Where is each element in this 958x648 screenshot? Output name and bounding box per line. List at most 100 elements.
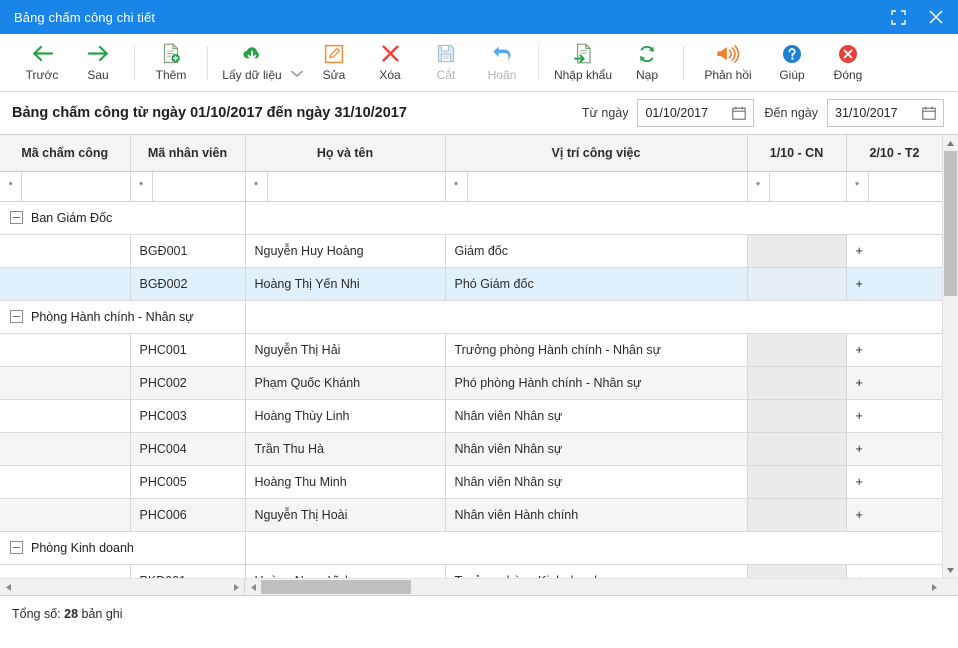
cell-day-1[interactable] xyxy=(747,234,847,268)
toolbar-button-undo[interactable]: Hoãn xyxy=(474,37,530,89)
left-pane-horizontal-scrollbar[interactable] xyxy=(0,579,245,595)
toolbar-button-edit[interactable]: Sửa xyxy=(306,37,362,89)
right-horizontal-track[interactable] xyxy=(261,579,926,595)
collapse-expander-icon[interactable] xyxy=(10,211,23,224)
cell-vi-tri[interactable]: Trưởng phòng Kinh doanh xyxy=(445,564,748,578)
right-pane-horizontal-scrollbar[interactable] xyxy=(245,579,942,595)
cell-vi-tri[interactable]: Nhân viên Nhân sự xyxy=(445,399,748,433)
group-cell[interactable]: Phòng Kinh doanh xyxy=(0,531,246,565)
cell-ma-cham-cong[interactable] xyxy=(0,564,131,578)
cell-ho-va-ten[interactable]: Phạm Quốc Khánh xyxy=(245,366,446,400)
toolbar-button-close[interactable]: Đóng xyxy=(820,37,876,89)
scroll-left-icon[interactable] xyxy=(245,579,261,595)
chevron-down-icon[interactable] xyxy=(288,48,306,78)
cell-ho-va-ten[interactable]: Nguyễn Thị Hoài xyxy=(245,498,446,532)
cell-ma-nhan-vien[interactable]: PHC003 xyxy=(130,399,246,433)
column-header-day-1[interactable]: 1/10 - CN xyxy=(747,135,847,172)
scroll-up-icon[interactable] xyxy=(943,135,958,151)
table-row[interactable]: PKD001 Hoàng Ngọc Lĩnh Trưởng phòng Kinh… xyxy=(0,564,942,578)
toolbar-button-feedback[interactable]: Phản hồi xyxy=(692,37,764,89)
table-row[interactable]: PHC001 Nguyễn Thị Hải Trưởng phòng Hành … xyxy=(0,333,942,367)
toolbar-button-next[interactable]: Sau xyxy=(70,37,126,89)
horizontal-scroll-thumb[interactable] xyxy=(261,580,411,594)
toolbar-button-delete[interactable]: Xóa xyxy=(362,37,418,89)
cell-vi-tri[interactable]: Trưởng phòng Hành chính - Nhân sự xyxy=(445,333,748,367)
grid-vertical-scrollbar[interactable] xyxy=(942,135,958,578)
column-header-ho-va-ten[interactable]: Họ và tên xyxy=(245,135,446,172)
filter-operator-icon[interactable]: * xyxy=(748,171,770,200)
column-header-ma-nhan-vien[interactable]: Mã nhân viên xyxy=(130,135,246,172)
filter-operator-icon[interactable]: * xyxy=(0,171,22,200)
toolbar-button-import[interactable]: Nhập khẩu xyxy=(547,37,619,89)
toolbar-button-reload[interactable]: Nạp xyxy=(619,37,675,89)
cell-vi-tri[interactable]: Nhân viên Nhân sự xyxy=(445,432,748,466)
toolbar-button-previous[interactable]: Trước xyxy=(14,37,70,89)
cell-ma-cham-cong[interactable] xyxy=(0,498,131,532)
cell-vi-tri[interactable]: Phó Giám đốc xyxy=(445,267,748,301)
table-row[interactable]: PHC003 Hoàng Thùy Linh Nhân viên Nhân sự… xyxy=(0,399,942,433)
toolbar-button-fetch-data[interactable]: Lấy dữ liệu xyxy=(216,37,288,89)
cell-day-2[interactable]: + xyxy=(846,234,942,268)
cell-ma-nhan-vien[interactable]: BGĐ002 xyxy=(130,267,246,301)
group-cell[interactable]: Ban Giám Đốc xyxy=(0,201,246,235)
calendar-icon[interactable] xyxy=(732,106,747,120)
cell-day-2[interactable]: + xyxy=(846,267,942,301)
filter-input-ho-va-ten[interactable] xyxy=(268,172,445,201)
scroll-right-icon[interactable] xyxy=(926,579,942,595)
cell-day-2[interactable]: + xyxy=(846,366,942,400)
cell-ma-cham-cong[interactable] xyxy=(0,267,131,301)
scroll-down-icon[interactable] xyxy=(943,562,958,578)
cell-ma-nhan-vien[interactable]: BGĐ001 xyxy=(130,234,246,268)
cell-day-1[interactable] xyxy=(747,432,847,466)
cell-ho-va-ten[interactable]: Trần Thu Hà xyxy=(245,432,446,466)
table-row[interactable]: PHC002 Phạm Quốc Khánh Phó phòng Hành ch… xyxy=(0,366,942,400)
cell-day-2[interactable]: + xyxy=(846,498,942,532)
column-header-day-2[interactable]: 2/10 - T2 xyxy=(846,135,942,172)
group-row[interactable]: Ban Giám Đốc xyxy=(0,201,942,235)
filter-operator-icon[interactable]: * xyxy=(446,171,468,200)
group-cell[interactable]: Phòng Hành chính - Nhân sự xyxy=(0,300,246,334)
cell-vi-tri[interactable]: Nhân viên Hành chính xyxy=(445,498,748,532)
cell-day-2[interactable]: + xyxy=(846,399,942,433)
filter-operator-icon[interactable]: * xyxy=(246,171,268,200)
cell-day-1[interactable] xyxy=(747,498,847,532)
close-icon[interactable] xyxy=(924,5,948,29)
table-row[interactable]: BGĐ002 Hoàng Thị Yến Nhi Phó Giám đốc + xyxy=(0,267,942,301)
cell-day-1[interactable] xyxy=(747,399,847,433)
maximize-icon[interactable] xyxy=(886,5,910,29)
cell-day-1[interactable] xyxy=(747,366,847,400)
cell-day-2[interactable]: + xyxy=(846,465,942,499)
toolbar-button-cut[interactable]: Cắt xyxy=(418,37,474,89)
cell-day-2[interactable]: + xyxy=(846,564,942,578)
group-row[interactable]: Phòng Hành chính - Nhân sự xyxy=(0,300,942,334)
table-row[interactable]: PHC006 Nguyễn Thị Hoài Nhân viên Hành ch… xyxy=(0,498,942,532)
cell-ma-nhan-vien[interactable]: PKD001 xyxy=(130,564,246,578)
cell-ma-nhan-vien[interactable]: PHC006 xyxy=(130,498,246,532)
cell-ho-va-ten[interactable]: Hoàng Ngọc Lĩnh xyxy=(245,564,446,578)
group-row[interactable]: Phòng Kinh doanh xyxy=(0,531,942,565)
table-row[interactable]: PHC004 Trần Thu Hà Nhân viên Nhân sự + xyxy=(0,432,942,466)
left-horizontal-track[interactable] xyxy=(16,579,228,595)
toolbar-button-help[interactable]: Giúp xyxy=(764,37,820,89)
cell-day-2[interactable]: + xyxy=(846,432,942,466)
cell-ma-nhan-vien[interactable]: PHC005 xyxy=(130,465,246,499)
cell-ma-cham-cong[interactable] xyxy=(0,234,131,268)
cell-ma-cham-cong[interactable] xyxy=(0,432,131,466)
scroll-left-icon[interactable] xyxy=(0,579,16,595)
cell-ho-va-ten[interactable]: Hoàng Thị Yến Nhi xyxy=(245,267,446,301)
cell-day-2[interactable]: + xyxy=(846,333,942,367)
cell-ho-va-ten[interactable]: Hoàng Thùy Linh xyxy=(245,399,446,433)
table-row[interactable]: PHC005 Hoàng Thu Minh Nhân viên Nhân sự … xyxy=(0,465,942,499)
cell-ma-cham-cong[interactable] xyxy=(0,333,131,367)
filter-input-ma-nhan-vien[interactable] xyxy=(153,172,245,201)
cell-vi-tri[interactable]: Phó phòng Hành chính - Nhân sự xyxy=(445,366,748,400)
scroll-right-icon[interactable] xyxy=(228,579,244,595)
cell-day-1[interactable] xyxy=(747,564,847,578)
toolbar-button-add[interactable]: Thêm xyxy=(143,37,199,89)
calendar-icon[interactable] xyxy=(922,106,936,120)
filter-input-day-1[interactable] xyxy=(770,172,846,201)
collapse-expander-icon[interactable] xyxy=(10,541,23,554)
cell-day-1[interactable] xyxy=(747,333,847,367)
cell-ho-va-ten[interactable]: Hoàng Thu Minh xyxy=(245,465,446,499)
cell-day-1[interactable] xyxy=(747,267,847,301)
